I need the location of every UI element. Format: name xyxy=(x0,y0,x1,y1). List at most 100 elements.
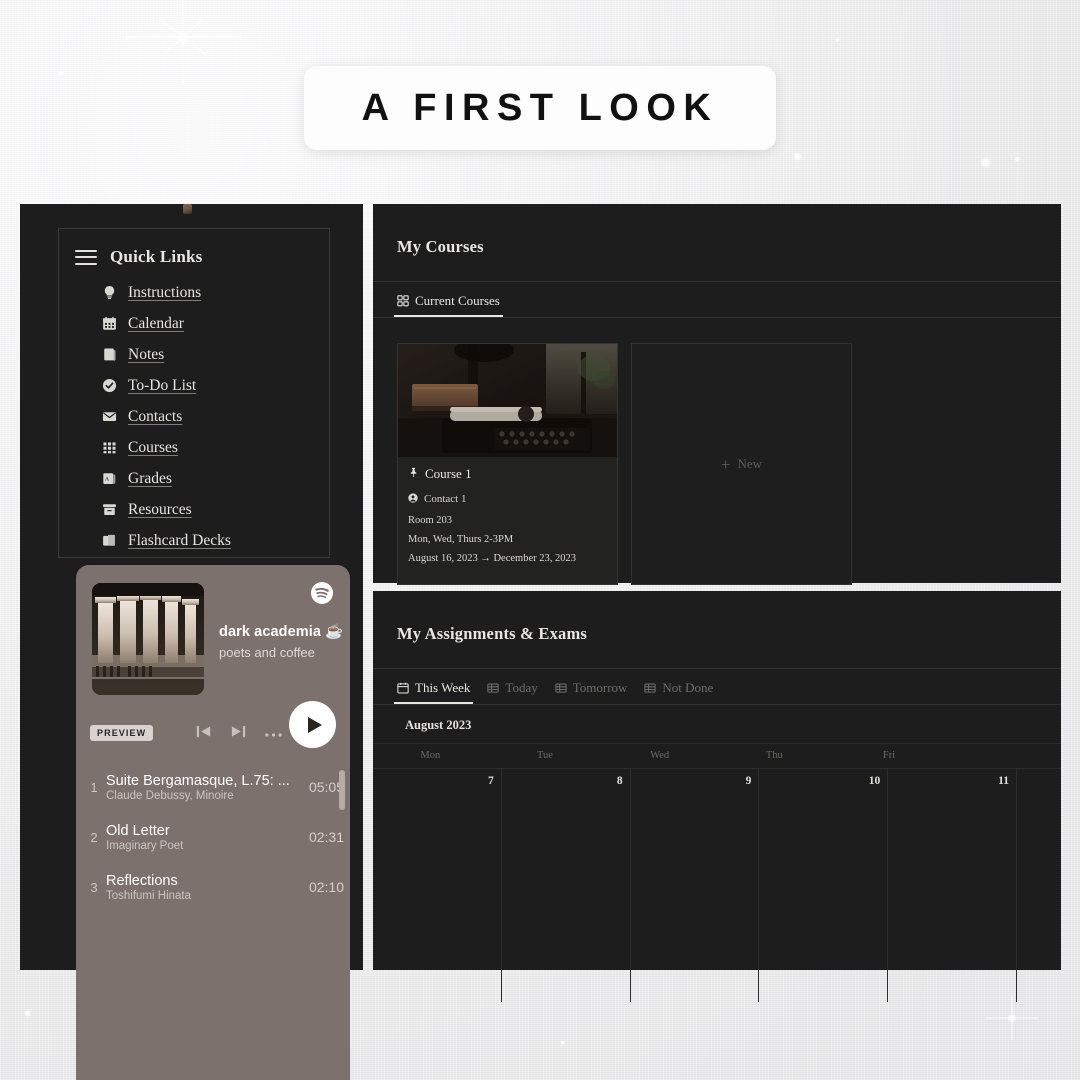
sidebar-item-label: Flashcard Decks xyxy=(128,531,231,549)
course-dates: August 16, 2023 → December 23, 2023 xyxy=(408,553,576,564)
quick-links-title: Quick Links xyxy=(110,247,203,266)
day-name: Tue xyxy=(537,750,553,761)
tab-tomorrow[interactable]: Tomorrow xyxy=(555,680,628,704)
preview-badge: PREVIEW xyxy=(90,725,154,741)
skip-next-icon[interactable] xyxy=(229,722,248,746)
glow-dot-icon xyxy=(1014,156,1020,162)
sidebar-item-label: Calendar xyxy=(128,314,184,332)
lightbulb-icon xyxy=(101,284,118,301)
track-number: 3 xyxy=(90,879,98,895)
calendar-icon xyxy=(101,315,118,332)
new-course-card[interactable]: + New xyxy=(631,343,852,585)
sidebar-item-label: Grades xyxy=(128,469,172,487)
tab-current-courses[interactable]: Current Courses xyxy=(394,293,503,317)
calendar-month-label: August 2023 xyxy=(405,718,472,732)
track-artist: Toshifumi Hinata xyxy=(106,889,192,902)
track-duration: 02:31 xyxy=(308,829,344,845)
pin-icon xyxy=(408,465,419,483)
playlist-owner: poets and coffee xyxy=(219,645,315,660)
sidebar-item-label: Instructions xyxy=(128,283,202,301)
track-number: 1 xyxy=(90,779,98,795)
sidebar-item-calendar[interactable]: Calendar xyxy=(101,308,329,339)
hamburger-icon[interactable] xyxy=(75,249,97,265)
quick-links-header: Quick Links xyxy=(59,229,329,267)
spotify-widget[interactable]: dark academia ☕ poets and coffee PREVIEW xyxy=(76,565,350,1080)
track-artist: Imaginary Poet xyxy=(106,839,184,852)
quick-links-card: Quick Links Instructions Calendar Notes xyxy=(58,228,330,558)
more-options-icon[interactable] xyxy=(264,725,283,743)
table-view-icon xyxy=(644,682,657,694)
calendar-day-headers: Mon Tue Wed Thu Fri xyxy=(373,744,1061,769)
calendar-day-cell[interactable]: 10 xyxy=(759,769,889,1002)
day-name: Thu xyxy=(765,750,783,761)
day-number: 10 xyxy=(868,775,881,787)
track-duration: 02:10 xyxy=(308,879,344,895)
sidebar-item-resources[interactable]: Resources xyxy=(101,494,329,525)
list-item[interactable]: 2 Old Letter Imaginary Poet 02:31 xyxy=(76,812,344,862)
sidebar-item-notes[interactable]: Notes xyxy=(101,339,329,370)
track-title: Old Letter xyxy=(106,822,170,839)
courses-panel: My Courses Current Courses Course 1 Cont… xyxy=(373,204,1061,585)
tab-label: Not Done xyxy=(662,680,714,695)
track-number: 2 xyxy=(90,829,98,845)
tab-not-done[interactable]: Not Done xyxy=(644,680,713,704)
glow-dot-icon xyxy=(58,70,64,76)
tab-today[interactable]: Today xyxy=(487,680,538,704)
glow-dot-icon xyxy=(24,1010,31,1017)
envelope-icon xyxy=(101,408,118,425)
list-item[interactable]: 3 Reflections Toshifumi Hinata 02:10 xyxy=(76,862,344,912)
calendar-day-cells: 7 8 9 10 11 xyxy=(373,769,1061,1002)
course-schedule: Mon, Wed, Thurs 2-3PM xyxy=(408,534,514,545)
calendar-day-cell[interactable]: 8 xyxy=(502,769,631,1002)
gallery-view-icon xyxy=(397,295,409,307)
track-list[interactable]: 1 Suite Bergamasque, L.75: ... Claude De… xyxy=(76,762,350,912)
tab-this-week[interactable]: This Week xyxy=(393,680,474,704)
calendar-day-cell-overflow[interactable] xyxy=(1017,769,1061,1002)
assignments-tab-bar: This Week Today Tomorrow Not Done xyxy=(373,669,1061,704)
sidebar-item-flashcard-decks[interactable]: Flashcard Decks xyxy=(101,525,329,556)
courses-tab-bar: Current Courses xyxy=(373,282,1061,317)
day-number: 11 xyxy=(998,775,1009,787)
sidebar-item-grades[interactable]: A Grades xyxy=(101,463,329,494)
check-circle-icon xyxy=(101,377,118,394)
play-icon xyxy=(307,716,322,733)
plus-icon: + xyxy=(720,454,731,474)
sidebar-item-contacts[interactable]: Contacts xyxy=(101,401,329,432)
course-name-row: Course 1 xyxy=(408,465,607,483)
page-title: My Courses xyxy=(397,237,484,256)
list-item[interactable]: 1 Suite Bergamasque, L.75: ... Claude De… xyxy=(76,762,344,812)
day-name-overflow xyxy=(946,744,1061,768)
spotify-icon[interactable] xyxy=(310,581,334,605)
play-button[interactable] xyxy=(289,701,336,748)
person-icon xyxy=(408,490,418,508)
glow-dot-icon xyxy=(980,157,991,168)
calendar-day-cell[interactable]: 7 xyxy=(373,769,502,1002)
track-artist: Claude Debussy, Minoire xyxy=(106,789,234,802)
cards-stack-icon xyxy=(101,532,118,549)
calendar-grid: Mon Tue Wed Thu Fri 7 8 9 10 11 xyxy=(373,743,1061,1002)
calendar-day-cell[interactable]: 11 xyxy=(888,769,1017,1002)
grades-card-icon: A xyxy=(101,470,118,487)
sidebar-item-todo-list[interactable]: To-Do List xyxy=(101,370,329,401)
cover-image-fragment xyxy=(20,204,363,214)
glow-dot-icon xyxy=(263,140,268,145)
sidebar-item-label: Contacts xyxy=(128,407,183,425)
sidebar-item-instructions[interactable]: Instructions xyxy=(101,277,329,308)
course-room: Room 203 xyxy=(408,515,453,526)
day-number: 8 xyxy=(616,775,623,787)
tab-label: This Week xyxy=(415,680,471,695)
skip-previous-icon[interactable] xyxy=(194,722,213,746)
new-card-label: New xyxy=(737,456,763,471)
track-title: Reflections xyxy=(106,872,178,889)
glow-dot-icon xyxy=(835,37,840,42)
glow-dot-icon xyxy=(793,152,802,161)
day-name: Wed xyxy=(650,750,670,761)
tab-label: Tomorrow xyxy=(572,680,628,695)
sidebar-item-courses[interactable]: Courses xyxy=(101,432,329,463)
course-name: Course 1 xyxy=(425,466,472,481)
course-card[interactable]: Course 1 Contact 1 Room 203 Mon, Wed, Th… xyxy=(397,343,618,585)
calendar-day-cell[interactable]: 9 xyxy=(631,769,760,1002)
day-name: Mon xyxy=(420,750,441,761)
track-list-scrollbar[interactable] xyxy=(339,770,345,810)
assignments-panel: My Assignments & Exams This Week Today T… xyxy=(373,591,1061,1002)
